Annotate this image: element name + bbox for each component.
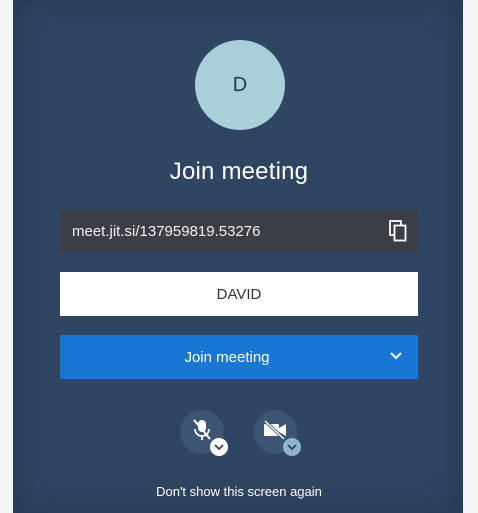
avatar-initial: D bbox=[232, 73, 248, 96]
join-meeting-group: Join meeting bbox=[60, 335, 418, 379]
display-name-input[interactable] bbox=[60, 272, 418, 316]
chevron-down-icon bbox=[389, 348, 403, 366]
microphone-toggle[interactable] bbox=[180, 410, 228, 456]
join-options-dropdown[interactable] bbox=[374, 335, 418, 379]
dont-show-again-link[interactable]: Don't show this screen again bbox=[0, 484, 478, 499]
join-meeting-button[interactable]: Join meeting bbox=[60, 335, 374, 379]
page-title: Join meeting bbox=[169, 158, 309, 185]
camera-toggle[interactable] bbox=[253, 410, 301, 456]
camera-options-icon[interactable] bbox=[283, 438, 301, 456]
avatar: D bbox=[195, 40, 285, 130]
meeting-url-text: meet.jit.si/137959819.53276 bbox=[72, 222, 261, 240]
meeting-url-field[interactable]: meet.jit.si/137959819.53276 bbox=[60, 210, 418, 252]
microphone-muted-icon bbox=[191, 418, 213, 447]
copy-icon[interactable] bbox=[378, 210, 418, 252]
microphone-options-icon[interactable] bbox=[210, 438, 228, 456]
